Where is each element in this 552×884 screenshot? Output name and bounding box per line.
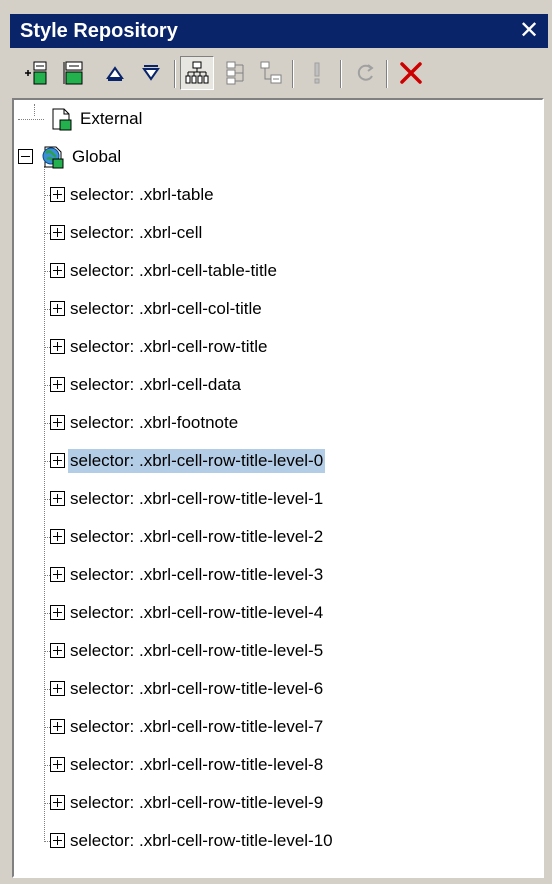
expand-icon[interactable] [50, 719, 65, 734]
expand-icon[interactable] [50, 833, 65, 848]
expand-icon[interactable] [50, 263, 65, 278]
tree-item-selector[interactable]: selector: .xbrl-cell-row-title-level-4 [14, 598, 534, 628]
expand-icon[interactable] [50, 681, 65, 696]
tree-item-label: selector: .xbrl-cell-row-title-level-1 [70, 489, 324, 508]
expand-icon[interactable] [50, 605, 65, 620]
expand-icon[interactable] [50, 187, 65, 202]
tree-item-selector[interactable]: selector: .xbrl-footnote [14, 408, 534, 438]
expand-icon[interactable] [50, 377, 65, 392]
tree-item-label: selector: .xbrl-cell-row-title-level-10 [70, 831, 333, 850]
reload-button[interactable] [348, 56, 382, 90]
tree-item-label: selector: .xbrl-cell-row-title-level-0 [68, 449, 326, 473]
tree-item-selector[interactable]: selector: .xbrl-cell-table-title [14, 256, 534, 286]
delete-icon [400, 62, 422, 84]
expand-icon[interactable] [50, 339, 65, 354]
external-stylesheet-icon [52, 108, 72, 131]
tree-item-selector[interactable]: selector: .xbrl-cell-row-title-level-9 [14, 788, 534, 818]
tree-item-label: selector: .xbrl-cell-col-title [70, 299, 262, 318]
tree-item-label: selector: .xbrl-cell-row-title-level-8 [70, 755, 324, 774]
toolbar-separator [292, 60, 294, 88]
tree-item-label: selector: .xbrl-cell-row-title-level-2 [70, 527, 324, 546]
tree-item-selector[interactable]: selector: .xbrl-cell-data [14, 370, 534, 400]
expand-icon[interactable] [50, 415, 65, 430]
tree-item-selector[interactable]: selector: .xbrl-cell-row-title-level-8 [14, 750, 534, 780]
move-up-icon [106, 66, 124, 81]
expand-icon[interactable] [50, 301, 65, 316]
tree-item-global[interactable]: Global [14, 142, 534, 172]
view-by-tree-icon [185, 61, 209, 84]
window-title: Style Repository [20, 20, 178, 42]
expand-icon[interactable] [50, 529, 65, 544]
move-up-button[interactable] [98, 56, 132, 90]
tree-item-label: selector: .xbrl-footnote [70, 413, 239, 432]
tree-item-label: selector: .xbrl-cell-data [70, 375, 242, 394]
tree-item-selector[interactable]: selector: .xbrl-cell-row-title-level-5 [14, 636, 534, 666]
tree-item-label: selector: .xbrl-cell-row-title [70, 337, 268, 356]
add-external-stylesheet-icon [25, 61, 47, 85]
expand-icon[interactable] [50, 795, 65, 810]
close-icon[interactable]: ✕ [516, 16, 542, 44]
toolbar-separator [174, 60, 176, 88]
delete-button[interactable] [394, 56, 428, 90]
add-external-stylesheet-button[interactable] [20, 56, 54, 90]
collapse-icon[interactable] [18, 149, 33, 164]
title-bar: Style Repository ✕ [10, 14, 548, 48]
expand-icon[interactable] [50, 643, 65, 658]
reload-icon [357, 64, 374, 81]
tree-item-selector[interactable]: selector: .xbrl-cell-row-title [14, 332, 534, 362]
view-by-cascade-icon [260, 61, 282, 84]
expand-icon[interactable] [50, 453, 65, 468]
expand-icon[interactable] [50, 491, 65, 506]
tree-item-label: selector: .xbrl-cell-table-title [70, 261, 277, 280]
move-down-icon [142, 65, 160, 81]
tree-item-selector[interactable]: selector: .xbrl-cell-col-title [14, 294, 534, 324]
tree-item-selector[interactable]: selector: .xbrl-cell-row-title-level-3 [14, 560, 534, 590]
global-stylesheet-icon [42, 146, 64, 169]
tree-item-label: External [80, 109, 143, 128]
tree-item-label: selector: .xbrl-cell [70, 223, 203, 242]
tree-item-selector[interactable]: selector: .xbrl-cell-row-title-level-10 [14, 826, 534, 856]
tree-item-selector[interactable]: selector: .xbrl-cell-row-title-level-0 [14, 446, 534, 476]
view-by-list-icon [226, 61, 244, 85]
style-repository-panel: Style Repository ✕ External Global selec… [0, 0, 552, 884]
tree-item-external[interactable]: External [14, 104, 534, 134]
add-global-stylesheet-icon [63, 61, 83, 85]
expand-icon[interactable] [50, 567, 65, 582]
tree-item-selector[interactable]: selector: .xbrl-cell-row-title-level-1 [14, 484, 534, 514]
move-down-button[interactable] [134, 56, 168, 90]
toolbar-separator [340, 60, 342, 88]
tree-item-selector[interactable]: selector: .xbrl-table [14, 180, 534, 210]
view-by-list-button[interactable] [218, 56, 252, 90]
expand-icon[interactable] [50, 225, 65, 240]
tree-item-label: selector: .xbrl-cell-row-title-level-4 [70, 603, 324, 622]
tree-item-label: selector: .xbrl-cell-row-title-level-5 [70, 641, 324, 660]
toolbar [10, 52, 548, 98]
expand-icon[interactable] [50, 757, 65, 772]
tree-item-selector[interactable]: selector: .xbrl-cell [14, 218, 534, 248]
tree-connector [18, 119, 44, 120]
style-tree[interactable]: External Global selector: .xbrl-table sel… [12, 98, 544, 878]
add-global-stylesheet-button[interactable] [58, 56, 92, 90]
tree-item-selector[interactable]: selector: .xbrl-cell-row-title-level-7 [14, 712, 534, 742]
mark-important-button[interactable] [300, 56, 334, 90]
tree-item-label: selector: .xbrl-table [70, 185, 214, 204]
toolbar-separator [386, 60, 388, 88]
view-by-cascade-button[interactable] [254, 56, 288, 90]
tree-item-selector[interactable]: selector: .xbrl-cell-row-title-level-6 [14, 674, 534, 704]
tree-item-label: selector: .xbrl-cell-row-title-level-3 [70, 565, 324, 584]
tree-item-label: selector: .xbrl-cell-row-title-level-9 [70, 793, 324, 812]
view-by-tree-button[interactable] [180, 56, 214, 90]
tree-item-label: selector: .xbrl-cell-row-title-level-6 [70, 679, 324, 698]
tree-item-label: selector: .xbrl-cell-row-title-level-7 [70, 717, 324, 736]
mark-important-icon [314, 62, 320, 84]
tree-item-selector[interactable]: selector: .xbrl-cell-row-title-level-2 [14, 522, 534, 552]
tree-item-label: Global [72, 147, 122, 166]
